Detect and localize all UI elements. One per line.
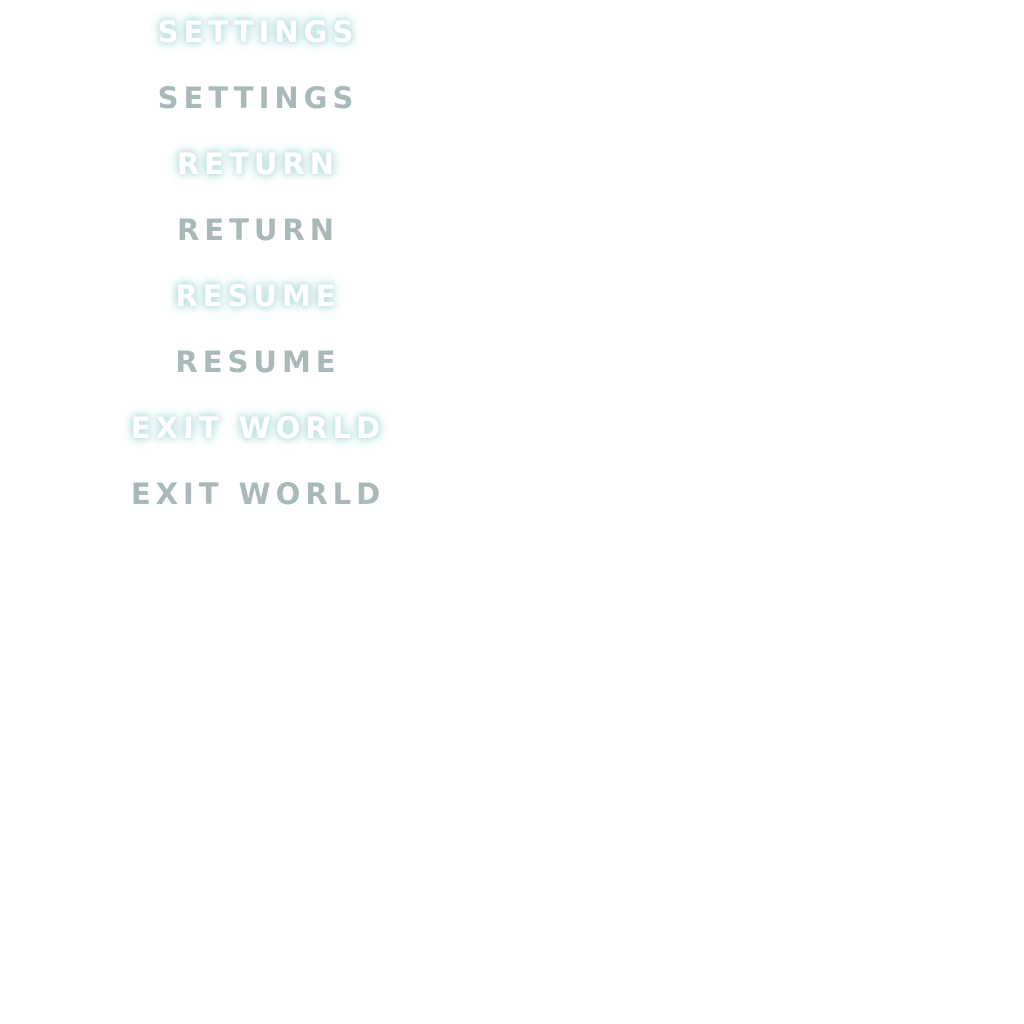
return-button-hover[interactable]: RETURN	[0, 144, 516, 184]
exit-world-button-hover[interactable]: EXIT WORLD	[0, 408, 516, 448]
menu-sprite-sheet: SETTINGS SETTINGS RETURN RETURN RESUME R…	[0, 0, 1024, 1024]
resume-button-hover[interactable]: RESUME	[0, 276, 516, 316]
settings-button-hover[interactable]: SETTINGS	[0, 12, 516, 52]
resume-button[interactable]: RESUME	[0, 342, 516, 382]
return-button[interactable]: RETURN	[0, 210, 516, 250]
settings-button[interactable]: SETTINGS	[0, 78, 516, 118]
exit-world-button[interactable]: EXIT WORLD	[0, 474, 516, 514]
